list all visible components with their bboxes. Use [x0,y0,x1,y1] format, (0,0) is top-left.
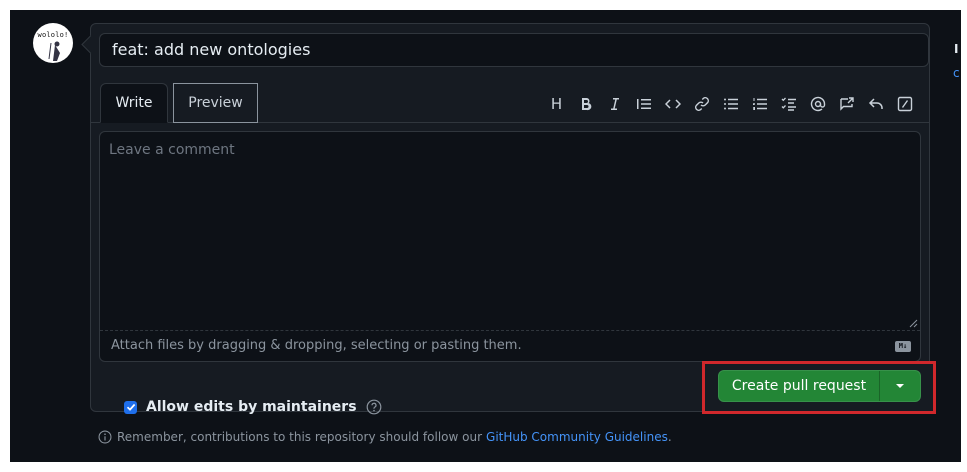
allow-edits-checkbox[interactable] [124,400,137,414]
sidebar-cutoff-text: I [954,42,959,56]
italic-icon[interactable] [600,94,629,114]
pull-request-form: feat: add new ontologies Write Preview H [90,23,930,415]
comment-editor: Leave a comment Attach files by dragging… [99,131,921,362]
ordered-list-icon[interactable] [745,94,774,114]
caret-down-icon [896,384,904,388]
allow-edits-label[interactable]: Allow edits by maintainers [146,399,357,415]
question-icon[interactable] [366,399,382,415]
markdown-toolbar: H [542,94,919,114]
task-list-icon[interactable] [774,94,803,114]
link-icon[interactable] [687,94,716,114]
footer-suffix: . [667,430,672,444]
create-pull-request-button[interactable]: Create pull request [719,371,880,401]
unordered-list-icon[interactable] [716,94,745,114]
sidebar-cutoff-link[interactable]: c [953,66,960,80]
saved-reply-icon[interactable] [861,94,890,114]
create-options-dropdown[interactable] [880,371,920,401]
cross-reference-icon[interactable] [832,94,861,114]
create-pull-request-button-group: Create pull request [718,370,921,402]
community-guidelines-link[interactable]: GitHub Community Guidelines [486,430,668,444]
code-icon[interactable] [658,94,687,114]
app-window: wololo! feat: add new ontologies Write P… [10,10,961,462]
heading-icon[interactable]: H [542,94,571,114]
footer-note: Remember, contributions to this reposito… [98,429,672,445]
info-icon [98,430,112,444]
tab-preview[interactable]: Preview [173,83,258,123]
comment-textarea[interactable]: Leave a comment [100,132,920,330]
quote-icon[interactable] [629,94,658,114]
mention-icon[interactable] [803,94,832,114]
markdown-icon[interactable]: M↓ [895,341,911,352]
bold-icon[interactable] [571,94,600,114]
tab-write[interactable]: Write [100,83,168,123]
allow-edits-row: Allow edits by maintainers [124,397,382,417]
avatar-figure-icon [48,41,60,61]
title-input[interactable]: feat: add new ontologies [99,33,929,67]
slash-command-icon[interactable] [890,94,919,114]
footer-text: Remember, contributions to this reposito… [117,430,483,444]
avatar[interactable]: wololo! [33,23,73,63]
resize-grip-icon[interactable] [908,318,918,328]
attach-files-bar[interactable]: Attach files by dragging & dropping, sel… [100,330,920,361]
attach-files-text: Attach files by dragging & dropping, sel… [111,338,522,353]
